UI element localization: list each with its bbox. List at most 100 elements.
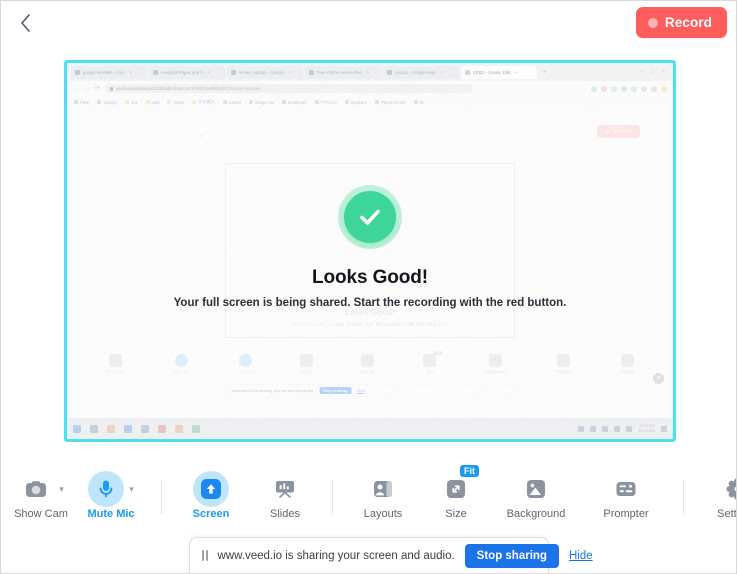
ghost-app-icon	[175, 424, 183, 433]
ghost-bookmark: .311	[124, 99, 138, 105]
ghost-network-icon	[626, 425, 633, 432]
ghost-minimize-icon: —	[638, 69, 644, 75]
status-title: Looks Good!	[311, 267, 429, 288]
ghost-favicon-icon	[231, 69, 236, 75]
ghost-bookmark-icon: .	[124, 100, 129, 104]
toolbar-item-settings[interactable]: Settings	[698, 463, 737, 520]
toolbar-label: Show Cam	[14, 508, 68, 520]
toolbar-item-layouts[interactable]: Layouts	[343, 463, 423, 520]
ghost-ext-icon	[601, 85, 607, 92]
ghost-hide-link: Hide	[356, 388, 365, 393]
ghost-start-icon	[73, 424, 81, 433]
chrome-sharing-bar: www.veed.io is sharing your screen and a…	[188, 537, 593, 573]
shared-screen-preview: google translate - Goo × Analytics Pages…	[64, 60, 676, 442]
ghost-bookmark-label: FWK	[80, 99, 90, 105]
ghost-bookmark: .extinct	[222, 99, 242, 105]
ghost-tab-close-icon: ×	[515, 69, 518, 75]
ghost-close-icon: ×	[662, 69, 665, 75]
ghost-tool-label: Prompter	[554, 369, 572, 374]
ghost-back-button-icon: ‹	[200, 130, 204, 140]
ghost-tab-close-icon: ×	[440, 69, 444, 75]
ghost-microphone-icon	[175, 354, 189, 367]
record-button[interactable]: Record	[635, 7, 727, 38]
back-button[interactable]	[11, 9, 39, 37]
ghost-bookmark-label: 311	[130, 99, 138, 105]
gear-icon	[719, 471, 736, 507]
mute-mic-icon-row: ▾	[88, 471, 134, 507]
status-subtitle: Your full screen is being shared. Start …	[173, 297, 567, 309]
ghost-tool-label: Screen	[238, 369, 252, 374]
ghost-tool-label: Layouts	[360, 369, 376, 374]
ghost-profile-icon	[661, 85, 667, 92]
ghost-tool-label: Show Cam	[104, 369, 126, 374]
ghost-maximize-icon: ▢	[650, 69, 656, 75]
ghost-prompter-icon	[556, 354, 570, 367]
background-icon-row	[518, 471, 554, 507]
ghost-tool-label: Slides	[300, 369, 312, 374]
ghost-record-button: Record	[596, 125, 640, 138]
ghost-inner-title: Looks Good!	[345, 308, 395, 317]
check-circle-halo	[338, 185, 402, 249]
ghost-bookmark: .myshare	[345, 100, 367, 105]
ghost-bookmarks-bar: .FWK .Google .311 .post .Tasks .中文输入 .ex…	[67, 96, 673, 108]
chevron-left-icon	[20, 14, 30, 32]
ghost-bookmark: .bookmark	[282, 100, 307, 105]
ghost-back-icon: ←	[73, 85, 79, 92]
ghost-bookmark: .中文输入	[192, 99, 215, 105]
mute-mic-chevron-down-icon[interactable]: ▾	[129, 484, 134, 495]
ghost-layouts-icon	[361, 354, 375, 367]
ghost-tool-slides: Slides	[299, 354, 313, 374]
stop-sharing-button[interactable]: Stop sharing	[464, 543, 559, 568]
ghost-bookmark-icon: .	[74, 100, 78, 104]
ghost-bookmark-icon: .	[249, 100, 254, 104]
toolbar-item-background[interactable]: Background	[489, 463, 583, 520]
ghost-lock-icon	[110, 86, 114, 91]
toolbar-item-prompter[interactable]: Prompter	[583, 463, 669, 520]
ghost-bookmark: .W	[413, 99, 424, 105]
toolbar-item-show-cam[interactable]: ▾ Show Cam	[9, 463, 73, 520]
ghost-tray-icon	[602, 425, 609, 432]
ghost-tool-size: Fit Size	[423, 351, 443, 374]
ghost-bookmark-label: extinct	[228, 99, 242, 105]
toolbar-item-slides[interactable]: Slides	[248, 463, 322, 520]
layouts-icon	[365, 471, 401, 507]
layouts-icon-row	[365, 471, 401, 507]
ghost-tab-title: screen capture - Google	[239, 69, 284, 75]
ghost-ext-icon	[611, 85, 617, 92]
checkmark-icon	[360, 209, 380, 225]
ghost-tool-label: Settings	[619, 369, 635, 374]
ghost-bookmark-icon: .	[375, 100, 380, 104]
show-cam-chevron-down-icon[interactable]: ▾	[59, 484, 64, 495]
toolbar-divider	[332, 480, 333, 514]
ghost-tab-title: veed.io - Google Sear	[395, 69, 436, 75]
ghost-tool-label: Size	[425, 369, 434, 374]
toolbar-divider	[683, 480, 684, 514]
ghost-tool-prompter: Prompter	[555, 354, 572, 374]
ghost-bookmark-label: image site	[255, 99, 275, 105]
ghost-bookmark: .image site	[249, 100, 274, 105]
toolbar-label: Prompter	[603, 508, 649, 520]
toolbar-item-size[interactable]: Fit Size	[423, 463, 489, 520]
ghost-url-bar: veed.io/workspaces/18d5dabb-35a3-4a76-91…	[105, 84, 474, 93]
ghost-tab-close-icon: ×	[129, 69, 133, 75]
toolbar-label: Settings	[717, 508, 737, 520]
ghost-bookmark-label: W	[419, 99, 424, 105]
ghost-screen-share-icon	[238, 354, 252, 367]
share-status-overlay: Looks Good! Your full screen is being sh…	[67, 185, 673, 309]
ghost-tab-close-icon: ×	[207, 69, 211, 75]
ghost-browser-tabstrip: google translate - Goo × Analytics Pages…	[67, 63, 673, 81]
ghost-bookmark-label: TTTCCA	[320, 99, 338, 105]
toolbar-item-screen[interactable]: Screen	[174, 463, 248, 520]
pause-bar	[205, 550, 208, 561]
ghost-store-icon	[124, 424, 132, 433]
ghost-favicon-icon	[75, 69, 80, 75]
microphone-icon	[88, 471, 125, 507]
toolbar-label: Screen	[192, 508, 230, 520]
ghost-tab: veed.io - Google Sear ×	[383, 65, 459, 79]
ghost-bookmark-icon: .	[192, 100, 197, 104]
ghost-fit-badge: Fit	[434, 351, 443, 355]
toolbar-item-mute-mic[interactable]: ▾ Mute Mic	[73, 463, 149, 520]
ghost-camera-icon	[108, 354, 122, 367]
hide-link[interactable]: Hide	[569, 550, 593, 562]
pause-icon[interactable]	[201, 550, 208, 561]
